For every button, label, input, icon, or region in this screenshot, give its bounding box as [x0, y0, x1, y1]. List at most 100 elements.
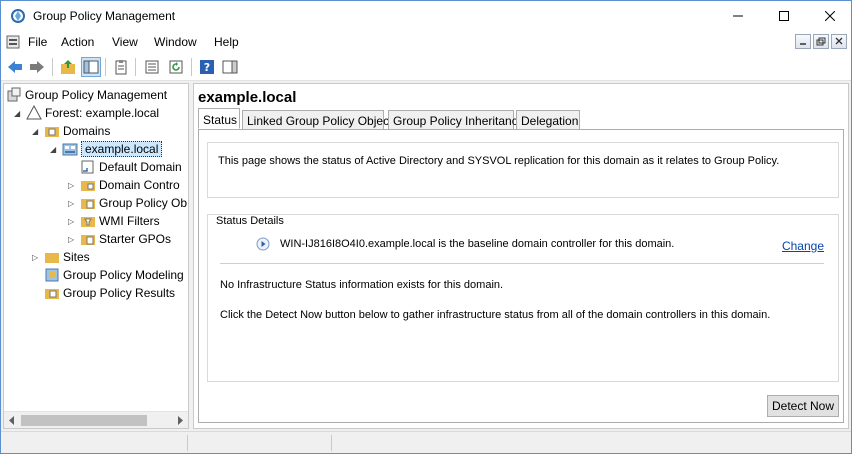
status-details-label: Status Details: [210, 215, 290, 227]
tab-status[interactable]: Status: [198, 108, 240, 129]
scroll-right-icon[interactable]: [176, 416, 184, 425]
info-text: This page shows the status of Active Dir…: [218, 155, 780, 167]
forward-button[interactable]: [27, 57, 47, 77]
status-tab-panel: This page shows the status of Active Dir…: [198, 129, 844, 423]
tree-item-label: Sites: [63, 250, 90, 264]
status-bar-divider: [187, 435, 188, 451]
detect-now-button[interactable]: Detect Now: [767, 395, 839, 417]
tree-item-domains[interactable]: ◢ Domains: [32, 122, 110, 140]
child-minimize-button[interactable]: [795, 34, 811, 49]
menu-file[interactable]: File: [28, 35, 47, 49]
refresh-button[interactable]: [166, 57, 186, 77]
show-hide-tree-icon: [83, 60, 99, 74]
menu-action[interactable]: Action: [61, 35, 94, 49]
tree-item-group-policy-objects[interactable]: ▷ Group Policy Ob: [68, 194, 187, 212]
app-window: Group Policy Management File Action View…: [0, 0, 852, 454]
expanded-arrow-icon[interactable]: ◢: [32, 127, 42, 136]
minimize-icon: [800, 43, 806, 45]
export-list-icon: [145, 60, 159, 74]
tab-delegation[interactable]: Delegation: [516, 110, 580, 130]
tree-item-sites[interactable]: ▷ Sites: [32, 248, 90, 266]
tree-item-example-local[interactable]: ◢ example.local: [50, 140, 163, 158]
tree-item-wmi-filters[interactable]: ▷ WMI Filters: [68, 212, 160, 230]
toolbar-separator: [52, 58, 53, 76]
status-bar-divider: [331, 435, 332, 451]
maximize-icon: [779, 11, 789, 21]
scrollbar-thumb[interactable]: [21, 415, 147, 426]
no-infrastructure-status-text: No Infrastructure Status information exi…: [220, 279, 504, 291]
play-arrow-icon[interactable]: [256, 237, 270, 251]
properties-icon: [115, 60, 127, 75]
status-details-group: Status Details WIN-IJ816I8O4I0.example.l…: [207, 214, 839, 382]
wmi-folder-icon: [81, 217, 95, 227]
restore-icon: [816, 37, 826, 46]
properties-button[interactable]: [111, 57, 131, 77]
tree-item-group-policy-management[interactable]: Group Policy Management: [6, 86, 167, 104]
help-button[interactable]: ?: [197, 57, 217, 77]
export-list-button[interactable]: [142, 57, 162, 77]
svg-text:?: ?: [204, 61, 210, 74]
forward-icon: [30, 61, 44, 73]
back-icon: [8, 61, 22, 73]
minimize-button[interactable]: [715, 1, 761, 31]
detect-now-hint-text: Click the Detect Now button below to gat…: [220, 309, 771, 321]
menu-window[interactable]: Window: [154, 35, 197, 49]
expanded-arrow-icon[interactable]: ◢: [14, 109, 24, 118]
toolbar: ?: [1, 53, 851, 81]
show-action-pane-button[interactable]: [220, 57, 240, 77]
toolbar-separator: [191, 58, 192, 76]
refresh-icon: [169, 60, 183, 74]
change-link[interactable]: Change: [782, 239, 824, 253]
system-menu-icon[interactable]: [5, 34, 21, 50]
collapsed-arrow-icon[interactable]: ▷: [68, 235, 78, 244]
starter-gpo-folder-icon: [81, 235, 95, 245]
help-icon: ?: [200, 60, 214, 74]
tree-item-label: Group Policy Ob: [99, 196, 188, 210]
scroll-left-icon[interactable]: [8, 416, 16, 425]
tree-item-group-policy-results[interactable]: Group Policy Results: [44, 284, 175, 302]
tree-item-group-policy-modeling[interactable]: Group Policy Modeling: [44, 266, 184, 284]
tree-item-label: Default Domain: [99, 160, 182, 174]
collapsed-arrow-icon[interactable]: ▷: [68, 217, 78, 226]
collapsed-arrow-icon[interactable]: ▷: [68, 181, 78, 190]
toolbar-separator: [135, 58, 136, 76]
child-close-button[interactable]: [831, 34, 847, 49]
menu-help[interactable]: Help: [214, 35, 239, 49]
title-bar: Group Policy Management: [1, 1, 851, 31]
collapsed-arrow-icon[interactable]: ▷: [68, 199, 78, 208]
tab-linked-gpos[interactable]: Linked Group Policy Objects: [242, 110, 398, 130]
show-action-pane-icon: [222, 60, 238, 74]
console-tree[interactable]: Group Policy Management ◢ Forest: exampl…: [3, 83, 189, 429]
tree-item-label: Starter GPOs: [99, 232, 172, 246]
tree-item-domain-controllers[interactable]: ▷ Domain Contro: [68, 176, 180, 194]
close-button[interactable]: [807, 1, 852, 31]
window-title: Group Policy Management: [33, 9, 176, 23]
details-pane: example.local Status Linked Group Policy…: [193, 83, 849, 429]
tab-gp-inheritance[interactable]: Group Policy Inheritance: [388, 110, 524, 130]
collapsed-arrow-icon[interactable]: ▷: [32, 253, 42, 262]
tree-item-forest[interactable]: ◢ Forest: example.local: [14, 104, 159, 122]
divider: [220, 263, 824, 264]
tree-horizontal-scrollbar[interactable]: [4, 411, 188, 428]
show-hide-tree-button[interactable]: [81, 57, 101, 77]
gpo-link-icon: [81, 160, 94, 174]
tree-item-label: Domain Contro: [99, 178, 180, 192]
minimize-icon: [733, 15, 743, 17]
tree-item-label: Group Policy Modeling: [63, 268, 184, 282]
up-one-level-button[interactable]: [58, 57, 78, 77]
gp-modeling-icon: [45, 268, 59, 282]
menu-bar: File Action View Window Help: [1, 31, 851, 53]
close-icon: [835, 37, 843, 45]
tree-item-starter-gpos[interactable]: ▷ Starter GPOs: [68, 230, 171, 248]
gpo-folder-icon: [81, 199, 95, 209]
menu-view[interactable]: View: [112, 35, 138, 49]
expanded-arrow-icon[interactable]: ◢: [50, 145, 60, 154]
back-button[interactable]: [5, 57, 25, 77]
baseline-dc-text: WIN-IJ816I8O4I0.example.local is the bas…: [280, 238, 675, 250]
tree-item-label: Group Policy Management: [25, 88, 168, 102]
toolbar-separator: [105, 58, 106, 76]
child-restore-button[interactable]: [813, 34, 829, 49]
maximize-button[interactable]: [761, 1, 807, 31]
tree-item-default-domain-policy[interactable]: Default Domain: [80, 158, 182, 176]
tree-item-label: Group Policy Results: [63, 286, 176, 300]
